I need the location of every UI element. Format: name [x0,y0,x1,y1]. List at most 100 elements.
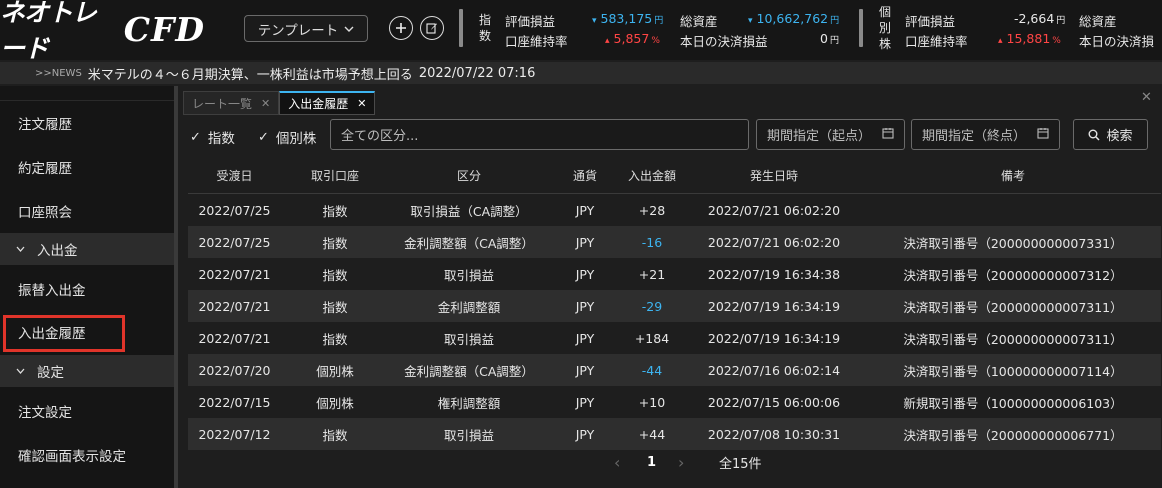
next-page-icon[interactable]: › [678,453,684,472]
table-row[interactable]: 2022/07/21 指数 取引損益 JPY +21 2022/07/19 16:34:3… [188,258,1161,290]
total-count: 全15件 [719,456,762,472]
down-arrow-icon: ▾ [592,16,597,26]
table-cell: JPY [575,266,595,282]
tab-bar: レート一覧 ✕ 入出金履歴 ✕ [183,91,376,115]
calendar-icon [1037,127,1049,142]
column-header[interactable]: 取引口座 [281,167,389,184]
sidebar: 注文履歴 約定履歴 口座照会 入出金 振替入出金 入出金履歴 設定 注文設定 確… [0,86,174,488]
table-cell: 2022/07/20 [198,362,271,378]
history-table: 受渡日 取引口座 区分 通貨 入出金額 発生日時 備考 2022/07/25 指数… [188,157,1161,450]
table-cell: 金利調整額（CA調整） [404,235,534,251]
sidebar-scrolled-item[interactable] [0,86,174,101]
sidebar-item-execution-history[interactable]: 約定履歴 [0,145,174,189]
table-cell: 決済取引番号（100000000007114） [903,363,1123,379]
table-cell: 金利調整額（CA調整） [404,363,534,379]
table-cell: 2022/07/21 [198,330,271,346]
sidebar-section-label: 設定 [37,365,64,381]
tab-deposit-history[interactable]: 入出金履歴 ✕ [279,91,376,115]
current-page[interactable]: 1 [647,455,656,470]
sidebar-item-label: 注文履歴 [18,117,72,133]
up-arrow-icon: ▴ [998,36,1003,46]
period-start-input[interactable]: 期間指定（起点） [756,119,905,150]
table-cell: 指数 [322,331,348,347]
filter-bar: ✓ 指数 ✓ 個別株 全ての区分... 期間指定（起点） 期間指定（終点） 検索 [190,119,1155,151]
index-vertical-label: 指 数 [478,13,491,43]
checkbox-stock[interactable]: ✓ 個別株 [258,127,317,148]
table-cell: -29 [641,298,663,314]
index-margin-label: 口座維持率 [505,34,568,49]
chevron-down-icon [16,246,25,252]
table-row[interactable]: 2022/07/21 指数 金利調整額 JPY -29 2022/07/19 16:34:… [188,290,1161,322]
table-cell: 取引損益 [443,267,494,283]
sidebar-item-transfer[interactable]: 振替入出金 [0,267,174,311]
sidebar-item-label: 注文設定 [18,405,72,421]
prev-page-icon[interactable]: ‹ [614,453,620,472]
sidebar-section-settings[interactable]: 設定 [0,355,174,387]
table-cell: +28 [638,202,666,218]
sidebar-section-deposit[interactable]: 入出金 [0,233,174,265]
column-header[interactable]: 受渡日 [188,167,281,184]
logo-cfd: CFD [123,9,205,49]
column-header[interactable]: 備考 [865,167,1161,184]
table-cell: JPY [575,330,595,346]
table-cell: 権利調整額 [437,395,501,411]
index-margin-value: ▴ 5,857% [605,31,660,46]
news-ticker[interactable]: >>NEWS 米マテルの４～６月期決算、一株利益は市場予想上回る 2022/07… [0,62,1162,84]
checkbox-index[interactable]: ✓ 指数 [190,127,235,148]
checkbox-label: 個別株 [275,131,317,147]
table-row[interactable]: 2022/07/25 指数 金利調整額（CA調整） JPY -16 2022/07/21 … [188,226,1161,258]
category-placeholder: 全ての区分... [341,129,419,144]
panel-close-icon[interactable]: ✕ [1141,90,1152,105]
table-row[interactable]: 2022/07/20 個別株 金利調整額（CA調整） JPY -44 2022/07/16… [188,354,1161,386]
table-cell: 指数 [322,299,348,315]
header-divider [859,9,863,47]
edit-icon [426,23,437,34]
period-start-label: 期間指定（起点） [767,129,872,144]
table-row[interactable]: 2022/07/12 指数 取引損益 JPY +44 2022/07/08 10:30:3… [188,418,1161,450]
category-select[interactable]: 全ての区分... [330,119,749,150]
close-icon[interactable]: ✕ [261,97,270,110]
add-button[interactable] [389,16,413,40]
stock-margin-value: ▴ 15,881% [998,31,1061,46]
stock-eval-value: -2,664 円 [1014,11,1066,26]
search-icon [1088,129,1101,141]
app-header: ネオトレード CFD テンプレート 指 数 評価損益 ▾ 583,175 円 口座維… [0,0,1162,63]
sidebar-item-label: 確認画面表示設定 [18,449,126,465]
tab-rate-list[interactable]: レート一覧 ✕ [183,91,280,115]
sidebar-resizer[interactable] [174,86,178,488]
close-icon[interactable]: ✕ [357,97,366,110]
table-cell: 決済取引番号（200000000007312） [903,267,1123,283]
table-cell: +184 [634,330,670,346]
index-eval-label: 評価損益 [505,14,556,29]
template-dropdown[interactable]: テンプレート [244,15,368,42]
column-header[interactable]: 発生日時 [683,167,865,184]
table-row[interactable]: 2022/07/25 指数 取引損益（CA調整） JPY +28 2022/07/21 0… [188,194,1161,226]
table-cell: -16 [641,234,663,250]
sidebar-item-order-history[interactable]: 注文履歴 [0,101,174,145]
table-cell: 2022/07/19 16:34:38 [707,266,841,282]
stock-settle-label: 本日の決済損 [1079,34,1155,49]
calendar-icon [882,127,894,142]
sidebar-item-order-settings[interactable]: 注文設定 [0,389,174,433]
sidebar-item-account-inquiry[interactable]: 口座照会 [0,189,174,233]
table-cell: 2022/07/16 06:02:14 [707,362,841,378]
column-header[interactable]: 通貨 [549,167,621,184]
column-header[interactable]: 入出金額 [621,167,683,184]
index-settle-value: 0円 [820,31,839,46]
table-cell: 指数 [322,427,348,443]
edit-button[interactable] [420,16,444,40]
sidebar-item-label: 振替入出金 [18,283,86,299]
tab-label: 入出金履歴 [288,97,349,111]
search-button[interactable]: 検索 [1073,119,1148,150]
table-cell: JPY [575,362,595,378]
table-row[interactable]: 2022/07/21 指数 取引損益 JPY +184 2022/07/19 16:34:… [188,322,1161,354]
highlight-box [3,315,125,352]
sidebar-item-confirm-display-settings[interactable]: 確認画面表示設定 [0,433,174,477]
table-row[interactable]: 2022/07/15 個別株 権利調整額 JPY +10 2022/07/15 06:00… [188,386,1161,418]
period-end-input[interactable]: 期間指定（終点） [911,119,1060,150]
table-cell: JPY [575,298,595,314]
logo-text: ネオトレード [0,0,97,63]
check-icon: ✓ [258,129,269,145]
app-logo: ネオトレード CFD [0,0,205,63]
column-header[interactable]: 区分 [389,167,549,184]
